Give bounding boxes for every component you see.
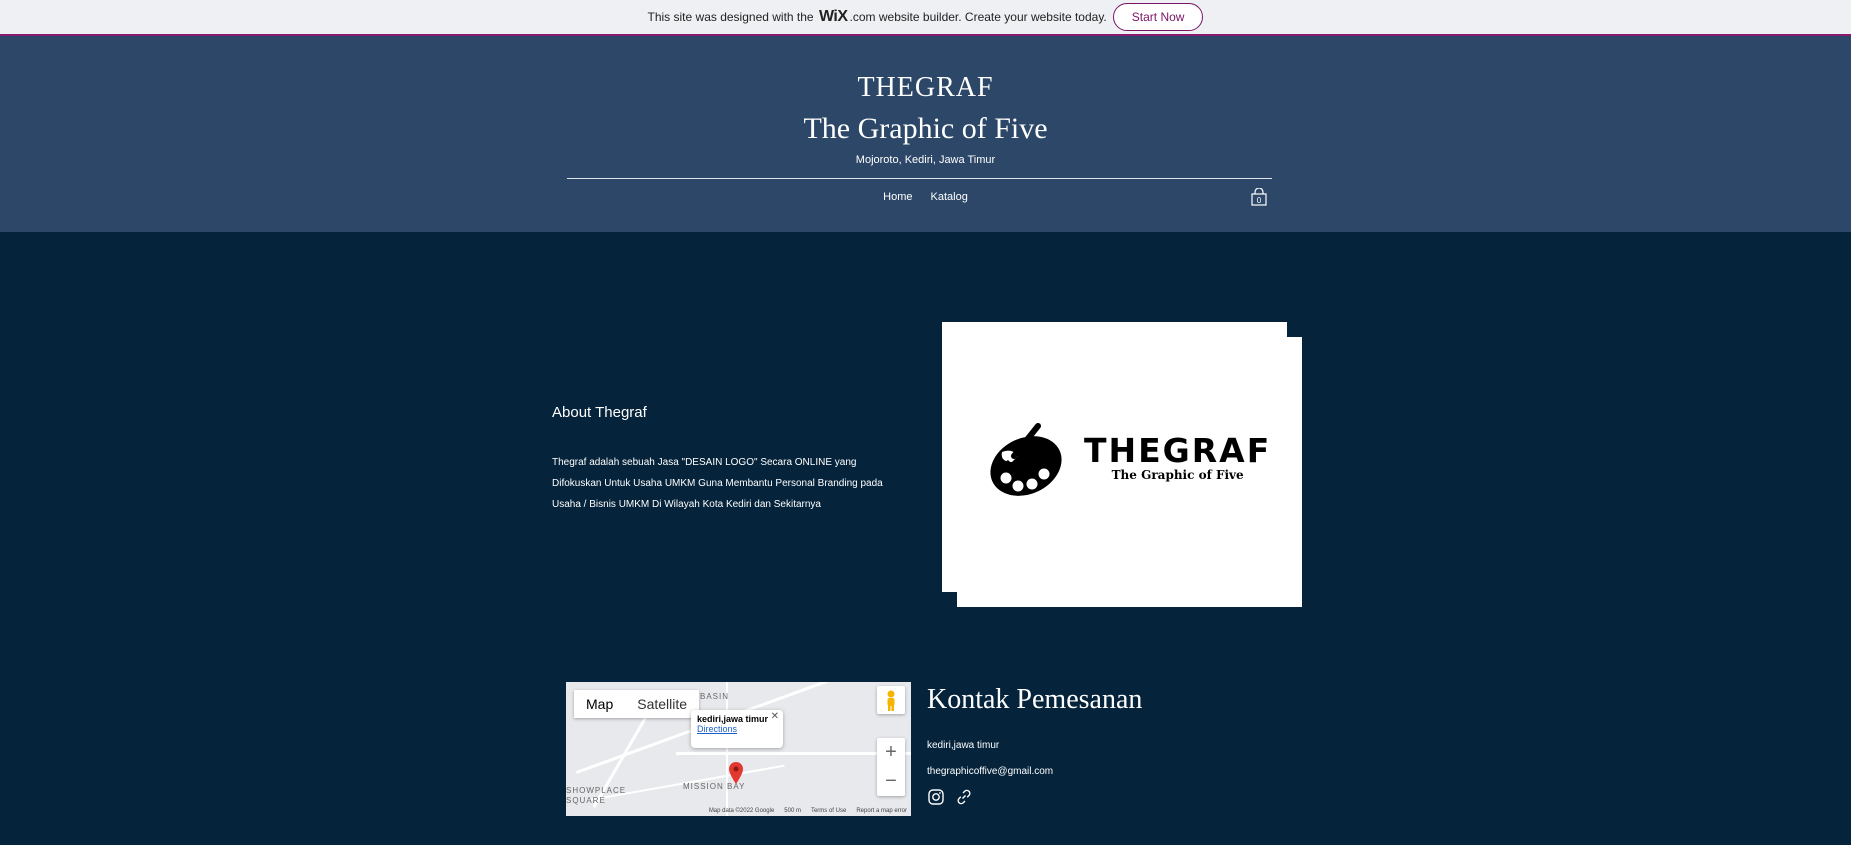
map-info-popup: kediri,jawa timur Directions ✕: [691, 710, 783, 748]
popup-place-name: kediri,jawa timur: [697, 714, 769, 724]
nav-katalog[interactable]: Katalog: [931, 191, 968, 203]
nav-home[interactable]: Home: [883, 191, 912, 203]
zoom-out-icon[interactable]: −: [885, 767, 897, 796]
cart-icon[interactable]: 0: [1251, 188, 1267, 206]
start-now-button[interactable]: Start Now: [1112, 3, 1204, 31]
wix-logo: WiX: [818, 8, 848, 25]
logo-graphic: THEGRAF The Graphic of Five: [988, 420, 1271, 496]
contact-location: kediri,jawa timur: [927, 740, 1000, 751]
contact-title: Kontak Pemesanan: [927, 684, 1143, 715]
instagram-icon[interactable]: [927, 788, 945, 806]
link-icon[interactable]: [955, 788, 973, 806]
zoom-in-icon[interactable]: +: [885, 738, 897, 767]
popup-directions-link[interactable]: Directions: [697, 724, 777, 734]
wix-banner: This site was designed with the WiX .com…: [0, 0, 1851, 36]
popup-close-icon[interactable]: ✕: [771, 711, 779, 722]
map-zoom-controls: + −: [877, 738, 905, 796]
map-label-showplace: SHOWPLACE SQUARE: [566, 786, 627, 805]
wix-banner-text-before: This site was designed with the: [647, 10, 814, 24]
map-pin-icon[interactable]: [729, 762, 743, 784]
site-location: Mojoroto, Kediri, Jawa Timur: [855, 154, 996, 166]
main-nav: Home Katalog: [0, 191, 1851, 203]
map-label-basin: BASIN: [700, 692, 730, 701]
street-view-pegman-icon[interactable]: [877, 686, 905, 714]
map-report-link[interactable]: Report a map error: [856, 808, 907, 814]
google-map[interactable]: BASIN SHOWPLACE SQUARE MISSION BAY Map S…: [566, 682, 911, 816]
logo-subtitle: The Graphic of Five: [1111, 468, 1244, 482]
site-title: THEGRAF: [857, 72, 994, 103]
map-tab-map[interactable]: Map: [574, 690, 625, 718]
about-text: Thegraf adalah sebuah Jasa "DESAIN LOGO"…: [552, 457, 883, 510]
contact-email[interactable]: thegraphicoffive@gmail.com: [927, 766, 1053, 777]
about-title: About Thegraf: [552, 404, 647, 421]
cart-count: 0: [1257, 196, 1262, 205]
map-scale: 500 m: [784, 808, 801, 814]
map-terms-link[interactable]: Terms of Use: [811, 808, 846, 814]
wix-banner-text-after: .com website builder. Create your websit…: [849, 10, 1107, 24]
map-type-tabs: Map Satellite: [574, 690, 700, 718]
map-footer: Map data ©2022 Google 500 m Terms of Use…: [566, 806, 911, 816]
map-tab-satellite[interactable]: Satellite: [625, 690, 699, 718]
site-tagline: The Graphic of Five: [803, 112, 1048, 145]
header-divider: [567, 178, 1272, 179]
logo-wordmark: THEGRAF: [1084, 431, 1272, 470]
palette-icon: [990, 423, 1062, 496]
map-data-credit: Map data ©2022 Google: [708, 808, 775, 814]
site-header: THEGRAF The Graphic of Five Mojoroto, Ke…: [0, 36, 1851, 232]
